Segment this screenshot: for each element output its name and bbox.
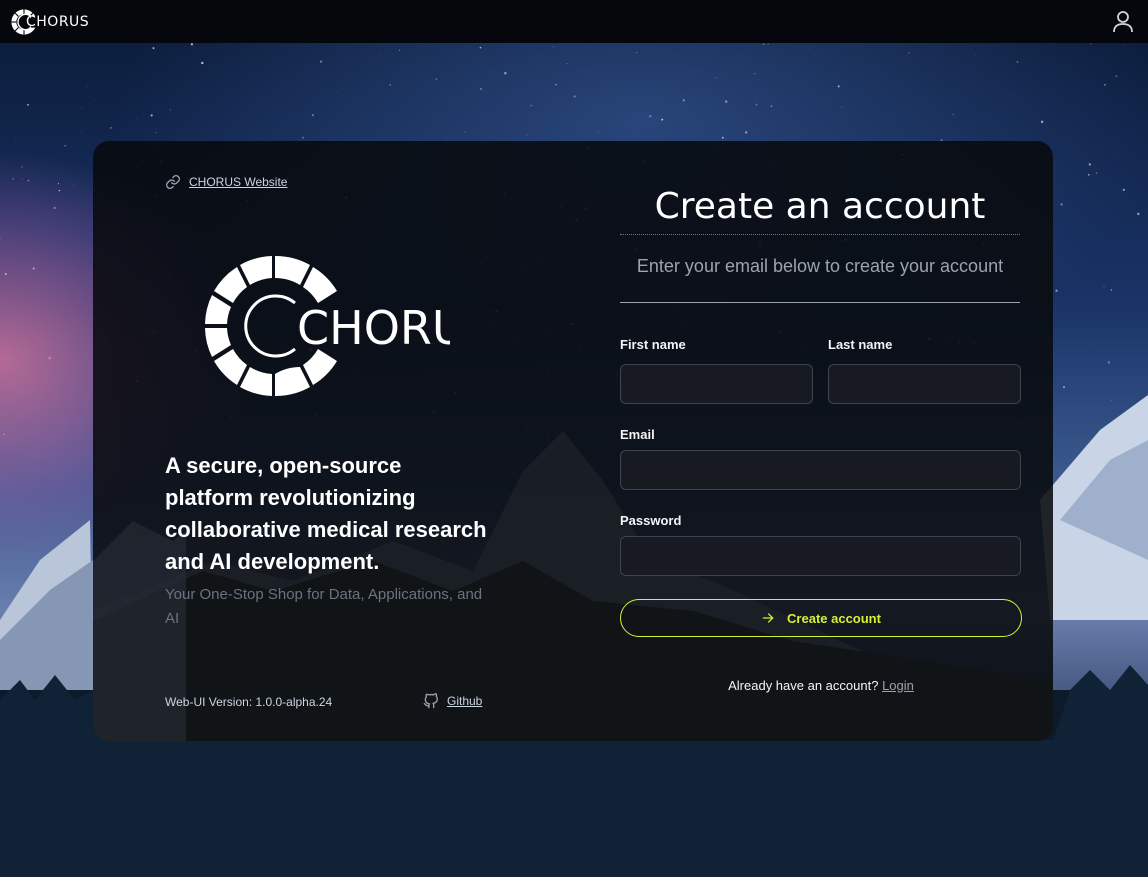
subline: Your One-Stop Shop for Data, Application…: [165, 586, 483, 627]
user-icon: [1113, 10, 1133, 32]
subtitle-divider: [620, 302, 1020, 303]
login-prompt: Already have an account?: [728, 678, 879, 693]
email-label: Email: [620, 427, 655, 442]
brand-home-link[interactable]: CHORUS: [10, 0, 89, 43]
top-bar: CHORUS: [0, 0, 1148, 43]
arrow-right-icon: [762, 613, 774, 623]
create-account-label: Create account: [787, 610, 881, 626]
login-link[interactable]: Login: [882, 678, 914, 693]
tagline: A secure, open-source platform revolutio…: [165, 453, 487, 574]
title-divider: [620, 234, 1020, 235]
email-input[interactable]: [620, 450, 1021, 490]
last-name-label: Last name: [828, 337, 893, 352]
github-label: Github: [447, 694, 483, 708]
chorus-logo: CHORUS: [205, 255, 450, 397]
signup-card: CHORUS Website CHORUS A secure, open-sou…: [93, 141, 1053, 741]
web-ui-version: Web-UI Version: 1.0.0-alpha.24: [165, 695, 333, 709]
password-label: Password: [620, 513, 682, 528]
password-input[interactable]: [620, 536, 1021, 576]
form-title: Create an account: [654, 186, 986, 227]
last-name-input[interactable]: [828, 364, 1021, 404]
chorus-website-link[interactable]: CHORUS Website: [165, 174, 287, 190]
brand-name: CHORUS: [26, 13, 90, 30]
first-name-label: First name: [620, 337, 686, 352]
login-prompt-line: Already have an account? Login: [620, 678, 1022, 693]
logo-text: CHORUS: [297, 301, 450, 355]
user-menu-button[interactable]: [1110, 9, 1136, 35]
card-background-mountains: [93, 431, 1053, 741]
github-icon: [423, 693, 438, 709]
chorus-website-label: CHORUS Website: [189, 175, 288, 189]
link-icon: [166, 175, 180, 189]
create-account-button[interactable]: Create account: [620, 599, 1022, 637]
first-name-input[interactable]: [620, 364, 813, 404]
github-link[interactable]: Github: [423, 693, 482, 709]
form-subtitle: Enter your email below to create your ac…: [636, 256, 1004, 276]
